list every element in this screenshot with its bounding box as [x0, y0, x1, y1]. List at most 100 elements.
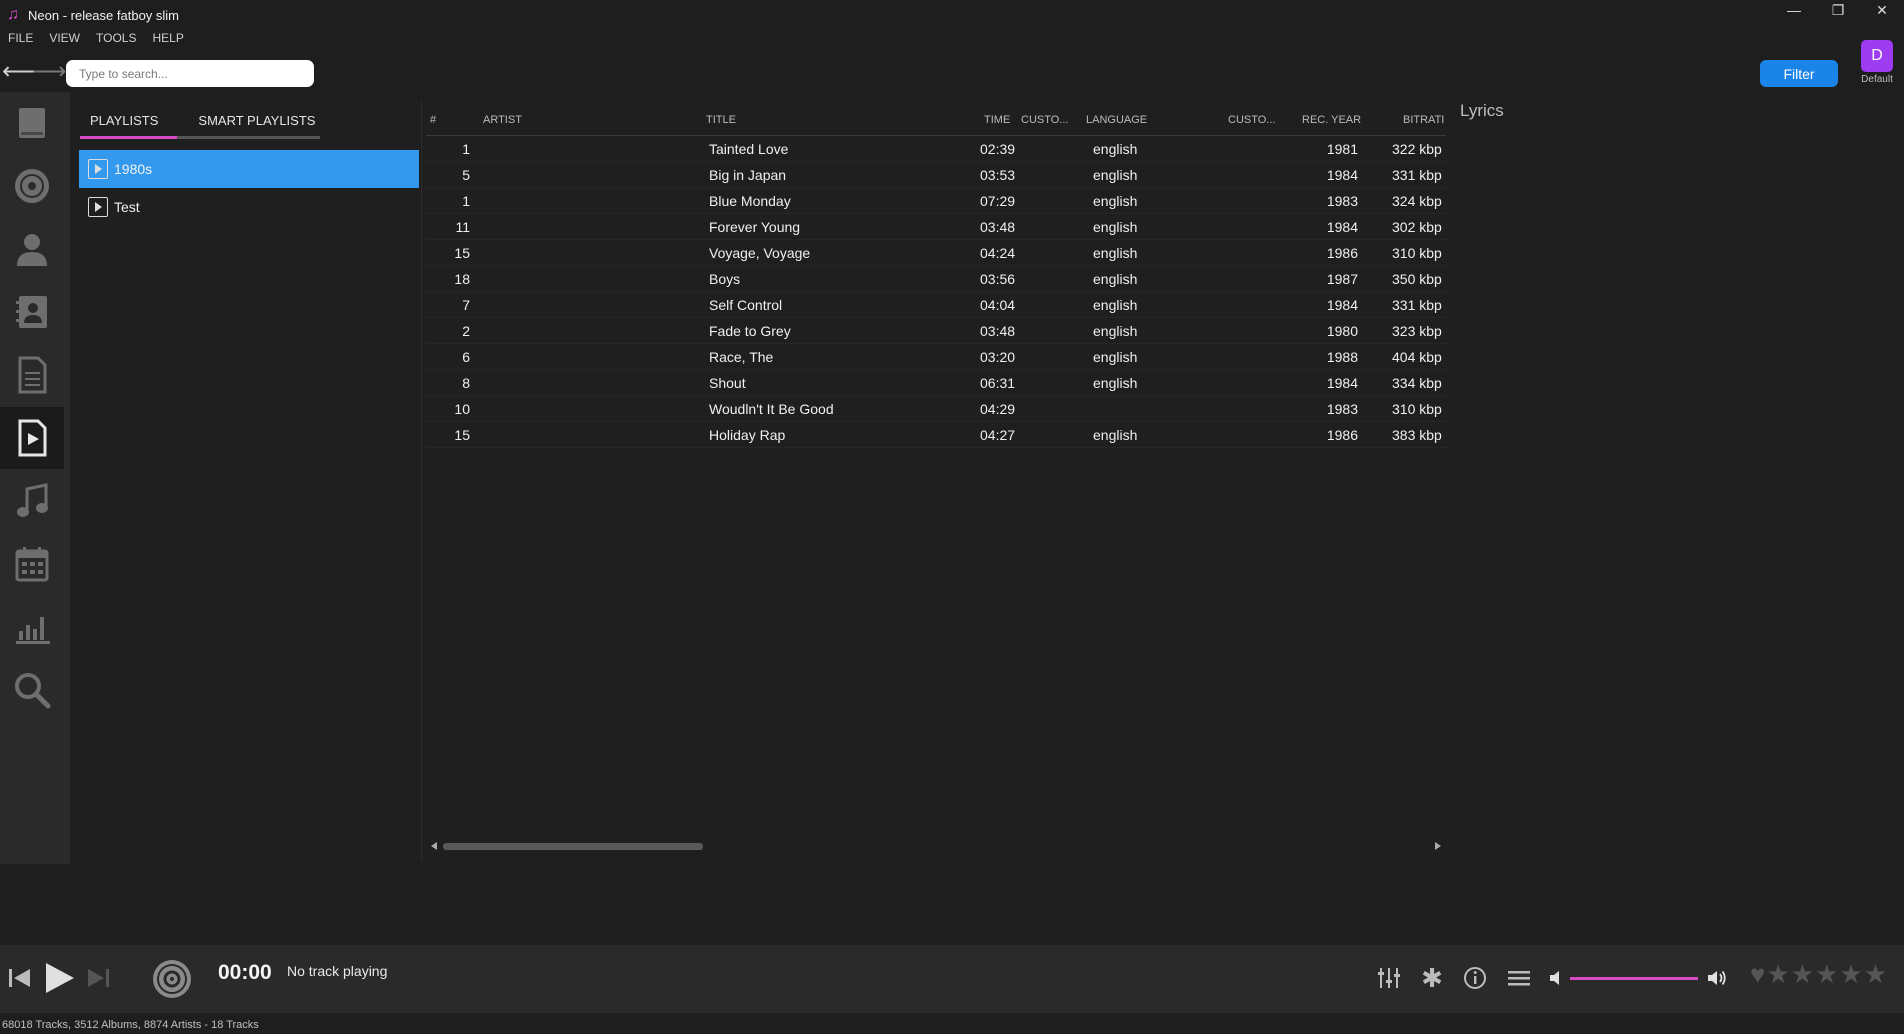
- rating-star-icon[interactable]: ★: [1815, 959, 1838, 990]
- rail-contacts[interactable]: [0, 281, 64, 343]
- search-input[interactable]: [66, 60, 314, 87]
- disc-icon: [153, 960, 191, 998]
- forward-arrow-icon[interactable]: ⟶: [32, 60, 66, 84]
- close-button[interactable]: ✕: [1860, 0, 1904, 20]
- playlist-icon: [88, 197, 108, 217]
- menu-tools[interactable]: TOOLS: [88, 31, 144, 45]
- table-row[interactable]: 5 Big in Japan 03:53 english 1984 331 kbp: [426, 162, 1448, 188]
- minimize-button[interactable]: —: [1772, 0, 1816, 20]
- menu-lines-icon: [1508, 971, 1530, 986]
- profile[interactable]: D Default: [1860, 40, 1894, 85]
- table-row[interactable]: 15 Holiday Rap 04:27 english 1986 383 kbp: [426, 422, 1448, 448]
- time-cell: 04:27: [980, 427, 1016, 443]
- tab-smart-playlists[interactable]: SMART PLAYLISTS: [188, 112, 325, 138]
- time-cell: 02:39: [980, 141, 1016, 157]
- tab-playlists[interactable]: PLAYLISTS: [80, 112, 168, 138]
- rec-year-cell: 1981: [1326, 141, 1358, 157]
- speaker-low-icon: [1550, 971, 1559, 985]
- rail-albums[interactable]: [0, 155, 64, 217]
- menu-file[interactable]: FILE: [0, 31, 41, 45]
- rating-star-icon[interactable]: ★: [1864, 959, 1887, 990]
- rail-search[interactable]: [0, 659, 64, 721]
- title-cell: Race, The: [709, 349, 774, 365]
- title-cell: Shout: [709, 375, 746, 391]
- equalizer-icon: [1378, 968, 1400, 988]
- col-custom1[interactable]: CUSTO...: [1021, 114, 1068, 126]
- menu-help[interactable]: HELP: [144, 31, 191, 45]
- rail-calendar[interactable]: [0, 533, 64, 595]
- rail-playlists[interactable]: [0, 407, 64, 469]
- volume-up-button[interactable]: [1706, 967, 1728, 989]
- rating-star-icon[interactable]: ★: [1791, 959, 1814, 990]
- play-button[interactable]: [42, 961, 76, 995]
- title-cell: Voyage, Voyage: [709, 245, 811, 261]
- menu-bar: FILE VIEW TOOLS HELP: [0, 27, 192, 49]
- rail-statistics[interactable]: [0, 596, 64, 658]
- scrollbar-thumb[interactable]: [443, 843, 703, 850]
- album-art-button[interactable]: [152, 959, 192, 999]
- table-row[interactable]: 8 Shout 06:31 english 1984 334 kbp: [426, 370, 1448, 396]
- lyrics-panel: Lyrics: [1452, 93, 1904, 863]
- table-row[interactable]: 6 Race, The 03:20 english 1988 404 kbp: [426, 344, 1448, 370]
- rail-artists[interactable]: [0, 218, 64, 280]
- maximize-button[interactable]: ❐: [1816, 0, 1860, 20]
- rail-documents[interactable]: [0, 344, 64, 406]
- info-button[interactable]: [1462, 965, 1488, 991]
- table-row[interactable]: 1 Blue Monday 07:29 english 1983 324 kbp: [426, 188, 1448, 214]
- table-row[interactable]: 7 Self Control 04:04 english 1984 331 kbp: [426, 292, 1448, 318]
- profile-label: Default: [1861, 74, 1893, 85]
- language-cell: english: [1093, 427, 1138, 443]
- rail-library[interactable]: [0, 92, 64, 154]
- previous-button[interactable]: [6, 965, 32, 991]
- rating-star-icon[interactable]: ★: [1766, 959, 1789, 990]
- track-number-cell: 10: [454, 401, 470, 417]
- rec-year-cell: 1984: [1326, 297, 1358, 313]
- col-number[interactable]: #: [430, 114, 436, 126]
- music-note-icon: [17, 483, 48, 517]
- rating-star-icon[interactable]: ★: [1839, 959, 1862, 990]
- avatar[interactable]: D: [1861, 40, 1893, 72]
- scroll-right-icon[interactable]: [1435, 842, 1441, 850]
- table-row[interactable]: 2 Fade to Grey 03:48 english 1980 323 kbp: [426, 318, 1448, 344]
- queue-button[interactable]: [1506, 965, 1532, 991]
- contact-card-icon: [16, 296, 47, 328]
- col-title[interactable]: TITLE: [706, 114, 736, 126]
- scroll-left-icon[interactable]: [431, 842, 437, 850]
- equalizer-button[interactable]: [1376, 965, 1402, 991]
- filter-button[interactable]: Filter: [1760, 60, 1838, 87]
- table-row[interactable]: 18 Boys 03:56 english 1987 350 kbp: [426, 266, 1448, 292]
- col-rec-year[interactable]: REC. YEAR: [1302, 114, 1361, 126]
- rail-songs[interactable]: [0, 470, 64, 532]
- col-custom2[interactable]: CUSTO...: [1228, 114, 1275, 126]
- col-artist[interactable]: ARTIST: [483, 114, 522, 126]
- col-bitrate[interactable]: BITRATI: [1403, 114, 1444, 126]
- info-icon: [1464, 967, 1486, 989]
- table-row[interactable]: 1 Tainted Love 02:39 english 1981 322 kbp: [426, 136, 1448, 162]
- table-body: 1 Tainted Love 02:39 english 1981 322 kbp 5 Big…: [426, 136, 1448, 448]
- next-button[interactable]: [86, 965, 112, 991]
- playlist-item-1980s[interactable]: 1980s: [79, 150, 419, 188]
- effects-button[interactable]: ✱: [1419, 963, 1445, 993]
- table-row[interactable]: 11 Forever Young 03:48 english 1984 302 kbp: [426, 214, 1448, 240]
- title-cell: Boys: [709, 271, 741, 287]
- playlist-icon: [88, 159, 108, 179]
- horizontal-scrollbar[interactable]: [428, 840, 1444, 852]
- menu-view[interactable]: VIEW: [41, 31, 88, 45]
- volume-down-button[interactable]: [1548, 969, 1564, 987]
- bitrate-cell: 331 kbp: [1392, 167, 1442, 183]
- favorite-heart-icon[interactable]: ♥: [1750, 959, 1765, 990]
- bitrate-cell: 324 kbp: [1392, 193, 1442, 209]
- col-time[interactable]: TIME: [984, 114, 1010, 126]
- bitrate-cell: 350 kbp: [1392, 271, 1442, 287]
- playlist-item-test[interactable]: Test: [79, 188, 419, 226]
- title-cell: Forever Young: [709, 219, 801, 235]
- table-row[interactable]: 15 Voyage, Voyage 04:24 english 1986 310 kbp: [426, 240, 1448, 266]
- col-language[interactable]: LANGUAGE: [1086, 114, 1147, 126]
- time-cell: 06:31: [980, 375, 1016, 391]
- language-cell: english: [1093, 167, 1138, 183]
- language-cell: english: [1093, 271, 1138, 287]
- tab-underline: [80, 136, 320, 139]
- status-bar: 68018 Tracks, 3512 Albums, 8874 Artists …: [2, 1019, 259, 1031]
- table-row[interactable]: 10 Woudln't It Be Good 04:29 1983 310 kbp: [426, 396, 1448, 422]
- volume-slider[interactable]: [1570, 977, 1698, 980]
